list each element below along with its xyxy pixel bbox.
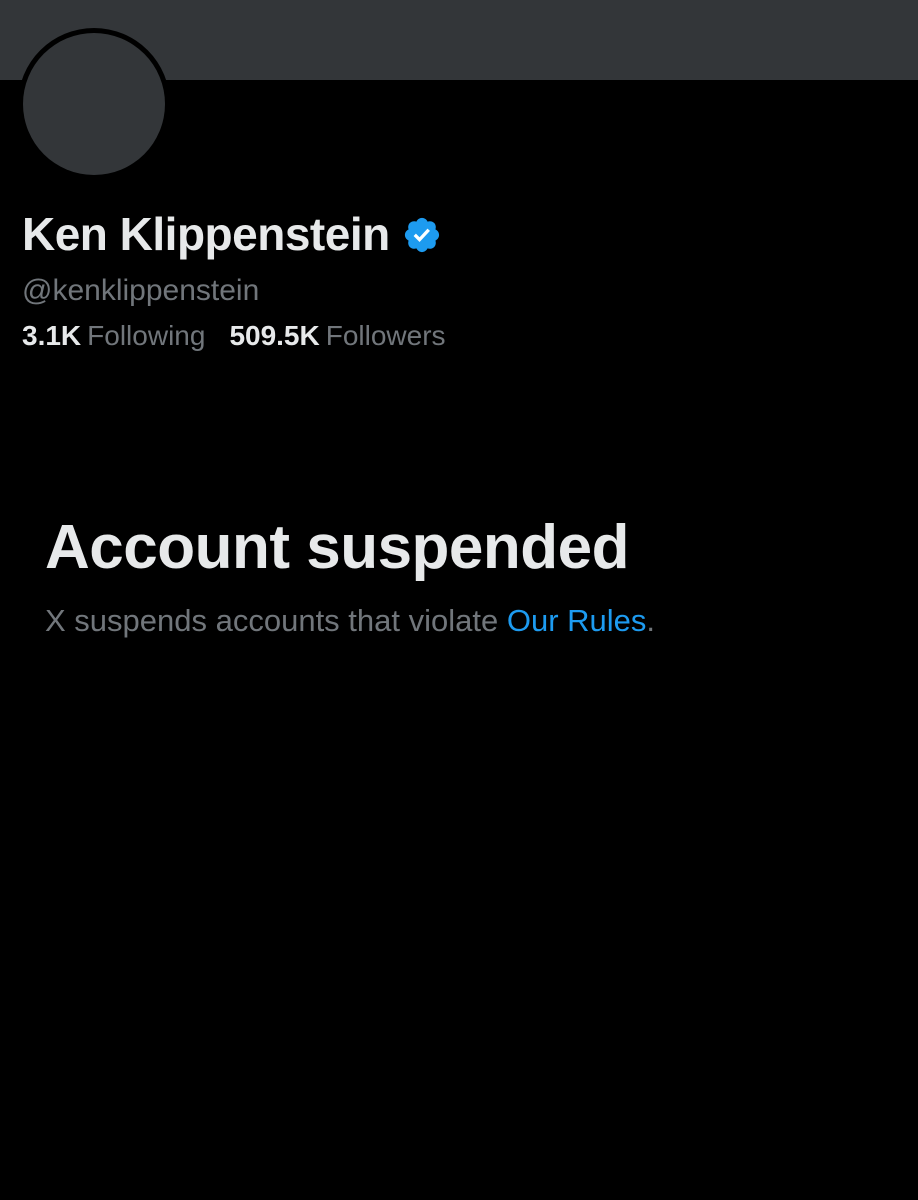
verified-badge-icon[interactable] — [402, 215, 442, 255]
following-stat[interactable]: 3.1K Following — [22, 320, 205, 352]
followers-count: 509.5K — [229, 320, 320, 351]
avatar-placeholder — [23, 33, 165, 175]
following-count: 3.1K — [22, 320, 82, 351]
suspension-notice: Account suspended X suspends accounts th… — [45, 512, 885, 639]
profile-info: Ken Klippenstein @kenklippenstein 3.1K Fo… — [22, 204, 882, 352]
suspension-description-period: . — [646, 603, 656, 638]
display-name: Ken Klippenstein — [22, 208, 390, 260]
profile-avatar[interactable] — [18, 28, 170, 180]
following-label: Following — [87, 320, 206, 351]
suspension-description: X suspends accounts that violate Our Rul… — [45, 603, 885, 639]
suspension-title: Account suspended — [45, 513, 630, 582]
followers-stat[interactable]: 509.5K Followers — [229, 320, 445, 352]
suspension-description-text: X suspends accounts that violate — [45, 603, 507, 638]
profile-stats: 3.1K Following 509.5K Followers — [22, 320, 882, 352]
profile-handle: @kenklippenstein — [22, 274, 260, 307]
name-row: Ken Klippenstein — [22, 204, 882, 264]
our-rules-link[interactable]: Our Rules — [507, 603, 647, 638]
followers-label: Followers — [325, 320, 446, 351]
